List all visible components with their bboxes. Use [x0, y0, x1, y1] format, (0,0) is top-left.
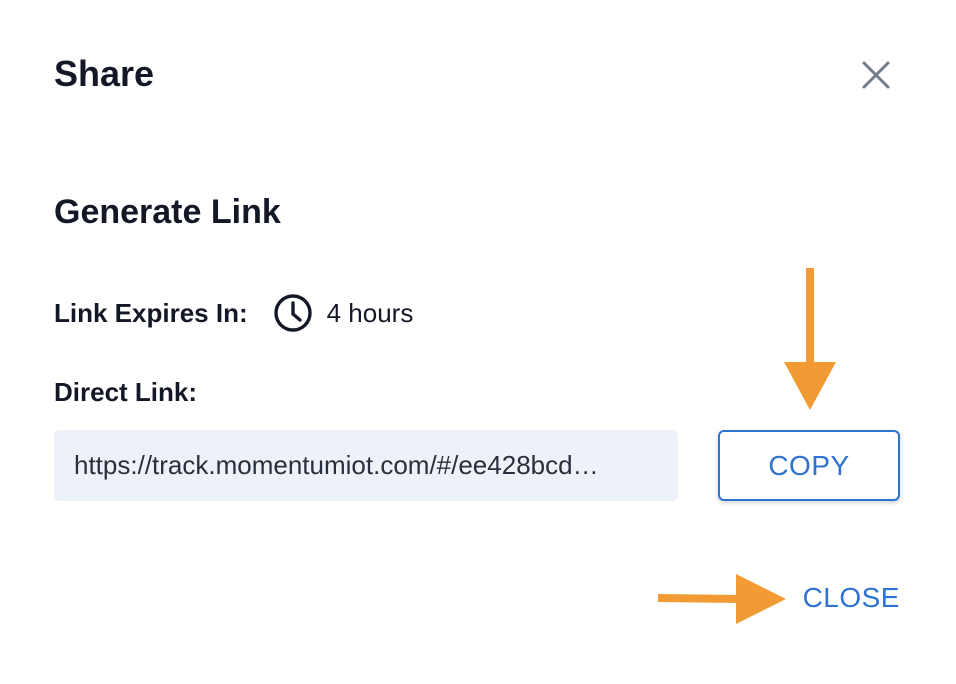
- close-icon[interactable]: [856, 55, 896, 95]
- clock-icon: [273, 293, 313, 333]
- generate-link-heading: Generate Link: [54, 193, 281, 231]
- link-expires-label: Link Expires In:: [54, 297, 248, 328]
- close-button[interactable]: CLOSE: [790, 572, 910, 624]
- annotation-arrow-down-icon: [784, 268, 836, 410]
- link-expires-value: 4 hours: [326, 297, 414, 328]
- direct-link-label: Direct Link:: [54, 377, 198, 407]
- copy-button[interactable]: COPY: [718, 430, 900, 501]
- share-dialog: Share Generate Link Link Expires In: 4 h…: [0, 0, 956, 684]
- direct-link-field[interactable]: https://track.momentumiot.com/#/ee428bcd…: [54, 430, 678, 501]
- direct-link-value: https://track.momentumiot.com/#/ee428bcd…: [74, 450, 599, 480]
- annotation-arrow-right-icon: [657, 574, 786, 624]
- link-expiry-row: Link Expires In: 4 hours: [54, 290, 413, 336]
- dialog-title: Share: [54, 53, 155, 94]
